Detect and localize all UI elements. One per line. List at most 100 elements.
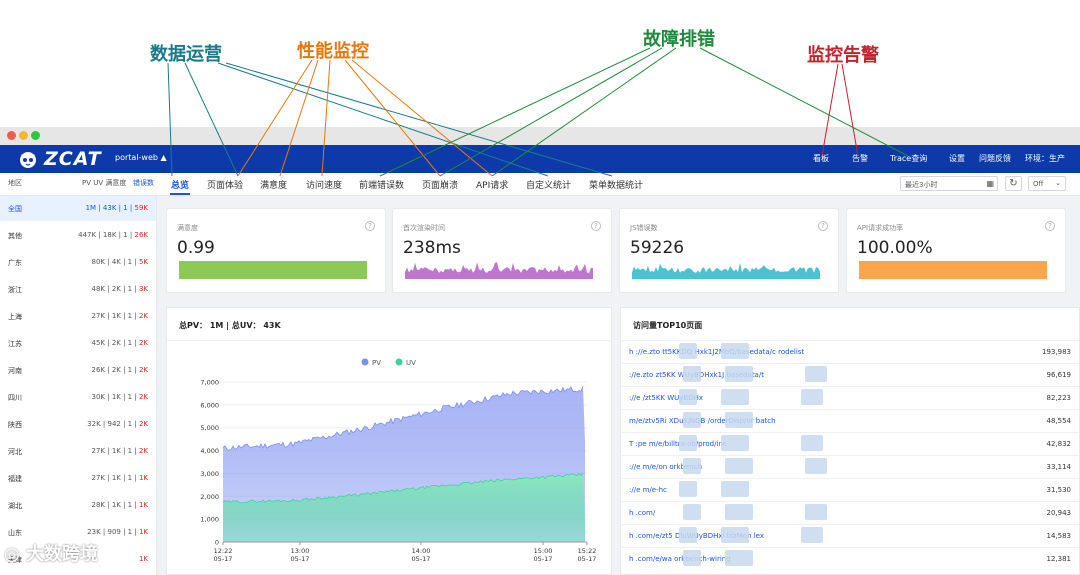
top10-row[interactable]: ://e m/e-hc 31,530 [621, 478, 1079, 502]
region-row[interactable]: 湖北 28K | 1K | 1 | 1K [0, 493, 156, 518]
page-url-link[interactable]: ://e m/e-hc [629, 486, 667, 494]
region-err: 2K [138, 393, 148, 401]
region-row[interactable]: 四川 30K | 1K | 1 | 2K [0, 385, 156, 410]
redaction-mask [805, 458, 827, 474]
page-url-link[interactable]: T :pe m/e/billtra ob/prod/inc [629, 440, 727, 448]
region-pv: 45K [91, 339, 106, 347]
redaction-mask [725, 458, 753, 474]
redaction-mask [805, 504, 827, 520]
page-url-link[interactable]: h ://e.zto tt5KKDQ Hxk1J2MbQ/basedata/c … [629, 348, 804, 356]
top10-row[interactable]: h .com/20,943 [621, 501, 1079, 525]
tab-overview[interactable]: 总览 [171, 178, 189, 191]
help-icon[interactable]: ? [1045, 221, 1055, 231]
card-label: API请求成功率 [857, 224, 904, 232]
x-tick-date: 05-17 [534, 555, 553, 563]
region-row[interactable]: 河南 26K | 2K | 1 | 2K [0, 358, 156, 383]
top10-panel: 访问量TOP10页面 h ://e.zto tt5KKDQ Hxk1J2MbQ/… [620, 307, 1080, 575]
top10-row[interactable]: h .com/e/zt5 DluWUyBDHxl bizMon lex14,58… [621, 524, 1079, 548]
redaction-mask [801, 527, 823, 543]
region-row[interactable]: 上海 27K | 1K | 1 | 2K [0, 304, 156, 329]
region-pv: 1M [85, 204, 97, 212]
value-separator: | [132, 501, 139, 509]
tab-api-requests[interactable]: API请求 [476, 178, 508, 191]
top10-row[interactable]: h ://e.zto tt5KKDQ Hxk1J2MbQ/basedata/c … [621, 340, 1079, 364]
time-range-picker[interactable]: 最近3小时 ▦ [900, 176, 998, 191]
zcat-logo[interactable]: ZCAT [18, 147, 102, 171]
redaction-mask [801, 389, 823, 405]
card-api-success[interactable]: API请求成功率 ? 100.00% [846, 208, 1066, 293]
tab-satisfaction[interactable]: 满意度 [260, 178, 287, 191]
tab-page-experience[interactable]: 页面体验 [207, 178, 243, 191]
value-separator: | [120, 339, 128, 347]
region-pv: 27K [91, 312, 106, 320]
top10-row[interactable]: ://e.zto zt5KK WUyBDHxk1J basedata/t96,6… [621, 363, 1079, 387]
value-separator: | [132, 285, 139, 293]
top10-row[interactable]: ://e /zt5KK WUyBDHx 82,223 [621, 386, 1079, 410]
card-js-errors[interactable]: JS错误数 ? 59226 [619, 208, 839, 293]
page-url-link[interactable]: h .com/ [629, 509, 655, 517]
region-row[interactable]: 江苏 45K | 2K | 1 | 2K [0, 331, 156, 356]
satisfaction-bar [179, 261, 367, 279]
region-err: 59K [134, 204, 149, 212]
region-row[interactable]: 河北 27K | 1K | 1 | 2K [0, 439, 156, 464]
refresh-icon: ↻ [1009, 178, 1018, 189]
tab-custom-stats[interactable]: 自定义统计 [526, 178, 571, 191]
top10-row[interactable]: ://e m/e/on orkbench 33,114 [621, 455, 1079, 479]
help-icon[interactable]: ? [818, 221, 828, 231]
y-tick-label: 0 [215, 539, 219, 547]
tab-speed[interactable]: 访问速度 [306, 178, 342, 191]
top-bar: ZCAT portal-web ▲ 看板 告警 Trace查询 设置 问题反馈 … [0, 145, 1080, 173]
card-label: 首次渲染时间 [403, 224, 445, 232]
region-name: 湖北 [8, 502, 22, 510]
tab-menu-stats[interactable]: 菜单数据统计 [589, 178, 643, 191]
card-value: 100.00% [857, 238, 933, 258]
x-tick-label: 15:22 [578, 547, 597, 555]
nav-trace-query[interactable]: Trace查询 [890, 153, 927, 164]
region-uv: 942 [107, 420, 121, 428]
card-first-render[interactable]: 首次渲染时间 ? 238ms [392, 208, 612, 293]
top10-row[interactable]: m/e/ztv5Ri XDuSjNGB /orderDisp/or batch 4… [621, 409, 1079, 433]
region-name: 其他 [8, 232, 22, 240]
top10-row[interactable]: h .com/e/wa orkbench-wiring 12,381 [621, 547, 1079, 571]
region-err: 2K [138, 447, 148, 455]
page-url-link[interactable]: m/e/ztv5Ri XDuSjNGB /orderDisp/or batch [629, 417, 776, 425]
value-separator: | [120, 258, 128, 266]
region-values: 1M | 43K | 1 | 59K [86, 204, 148, 212]
nav-feedback[interactable]: 问题反馈 [979, 153, 1011, 164]
help-icon[interactable]: ? [591, 221, 601, 231]
project-selector[interactable]: portal-web ▲ [115, 153, 167, 162]
value-separator: | [132, 258, 139, 266]
close-window-button[interactable] [7, 131, 16, 140]
region-row[interactable]: 其他 447K | 18K | 1 | 26K [0, 223, 156, 248]
x-tick-date: 05-17 [412, 555, 431, 563]
value-separator: | [120, 474, 128, 482]
nav-environment[interactable]: 环境：生产 [1025, 153, 1065, 164]
top10-title: 访问量TOP10页面 [633, 321, 703, 330]
tab-js-errors[interactable]: 前端错误数 [359, 178, 404, 191]
legend-label: PV [372, 359, 381, 367]
error-column-header[interactable]: 错误数 [133, 178, 154, 188]
region-values: 447K | 18K | 1 | 26K [78, 231, 148, 239]
region-row[interactable]: 浙江 48K | 2K | 1 | 3K [0, 277, 156, 302]
region-row[interactable]: 福建 27K | 1K | 1 | 1K [0, 466, 156, 491]
help-icon[interactable]: ? [365, 221, 375, 231]
region-row[interactable]: 全国 1M | 43K | 1 | 59K [0, 196, 156, 221]
auto-refresh-select[interactable]: Off ⌄ [1028, 176, 1066, 191]
nav-alerts[interactable]: 告警 [852, 153, 868, 164]
region-uv: 909 [107, 528, 121, 536]
nav-settings[interactable]: 设置 [949, 153, 965, 164]
nav-dashboard[interactable]: 看板 [813, 153, 829, 164]
region-err: 1K [138, 555, 148, 563]
card-satisfaction[interactable]: 满意度 ? 0.99 [166, 208, 386, 293]
region-row[interactable]: 陕西 32K | 942 | 1 | 2K [0, 412, 156, 437]
minimize-window-button[interactable] [19, 131, 28, 140]
top10-row[interactable]: T :pe m/e/billtra ob/prod/inc 42,832 [621, 432, 1079, 456]
refresh-button[interactable]: ↻ [1005, 176, 1022, 191]
page-url-link[interactable]: h .com/e/wa orkbench-wiring [629, 555, 731, 563]
value-separator: | [132, 420, 139, 428]
region-row[interactable]: 广东 80K | 4K | 1 | 5K [0, 250, 156, 275]
tab-page-crash[interactable]: 页面崩溃 [422, 178, 458, 191]
cat-logo-icon [20, 152, 36, 168]
maximize-window-button[interactable] [31, 131, 40, 140]
redaction-mask [679, 343, 697, 359]
